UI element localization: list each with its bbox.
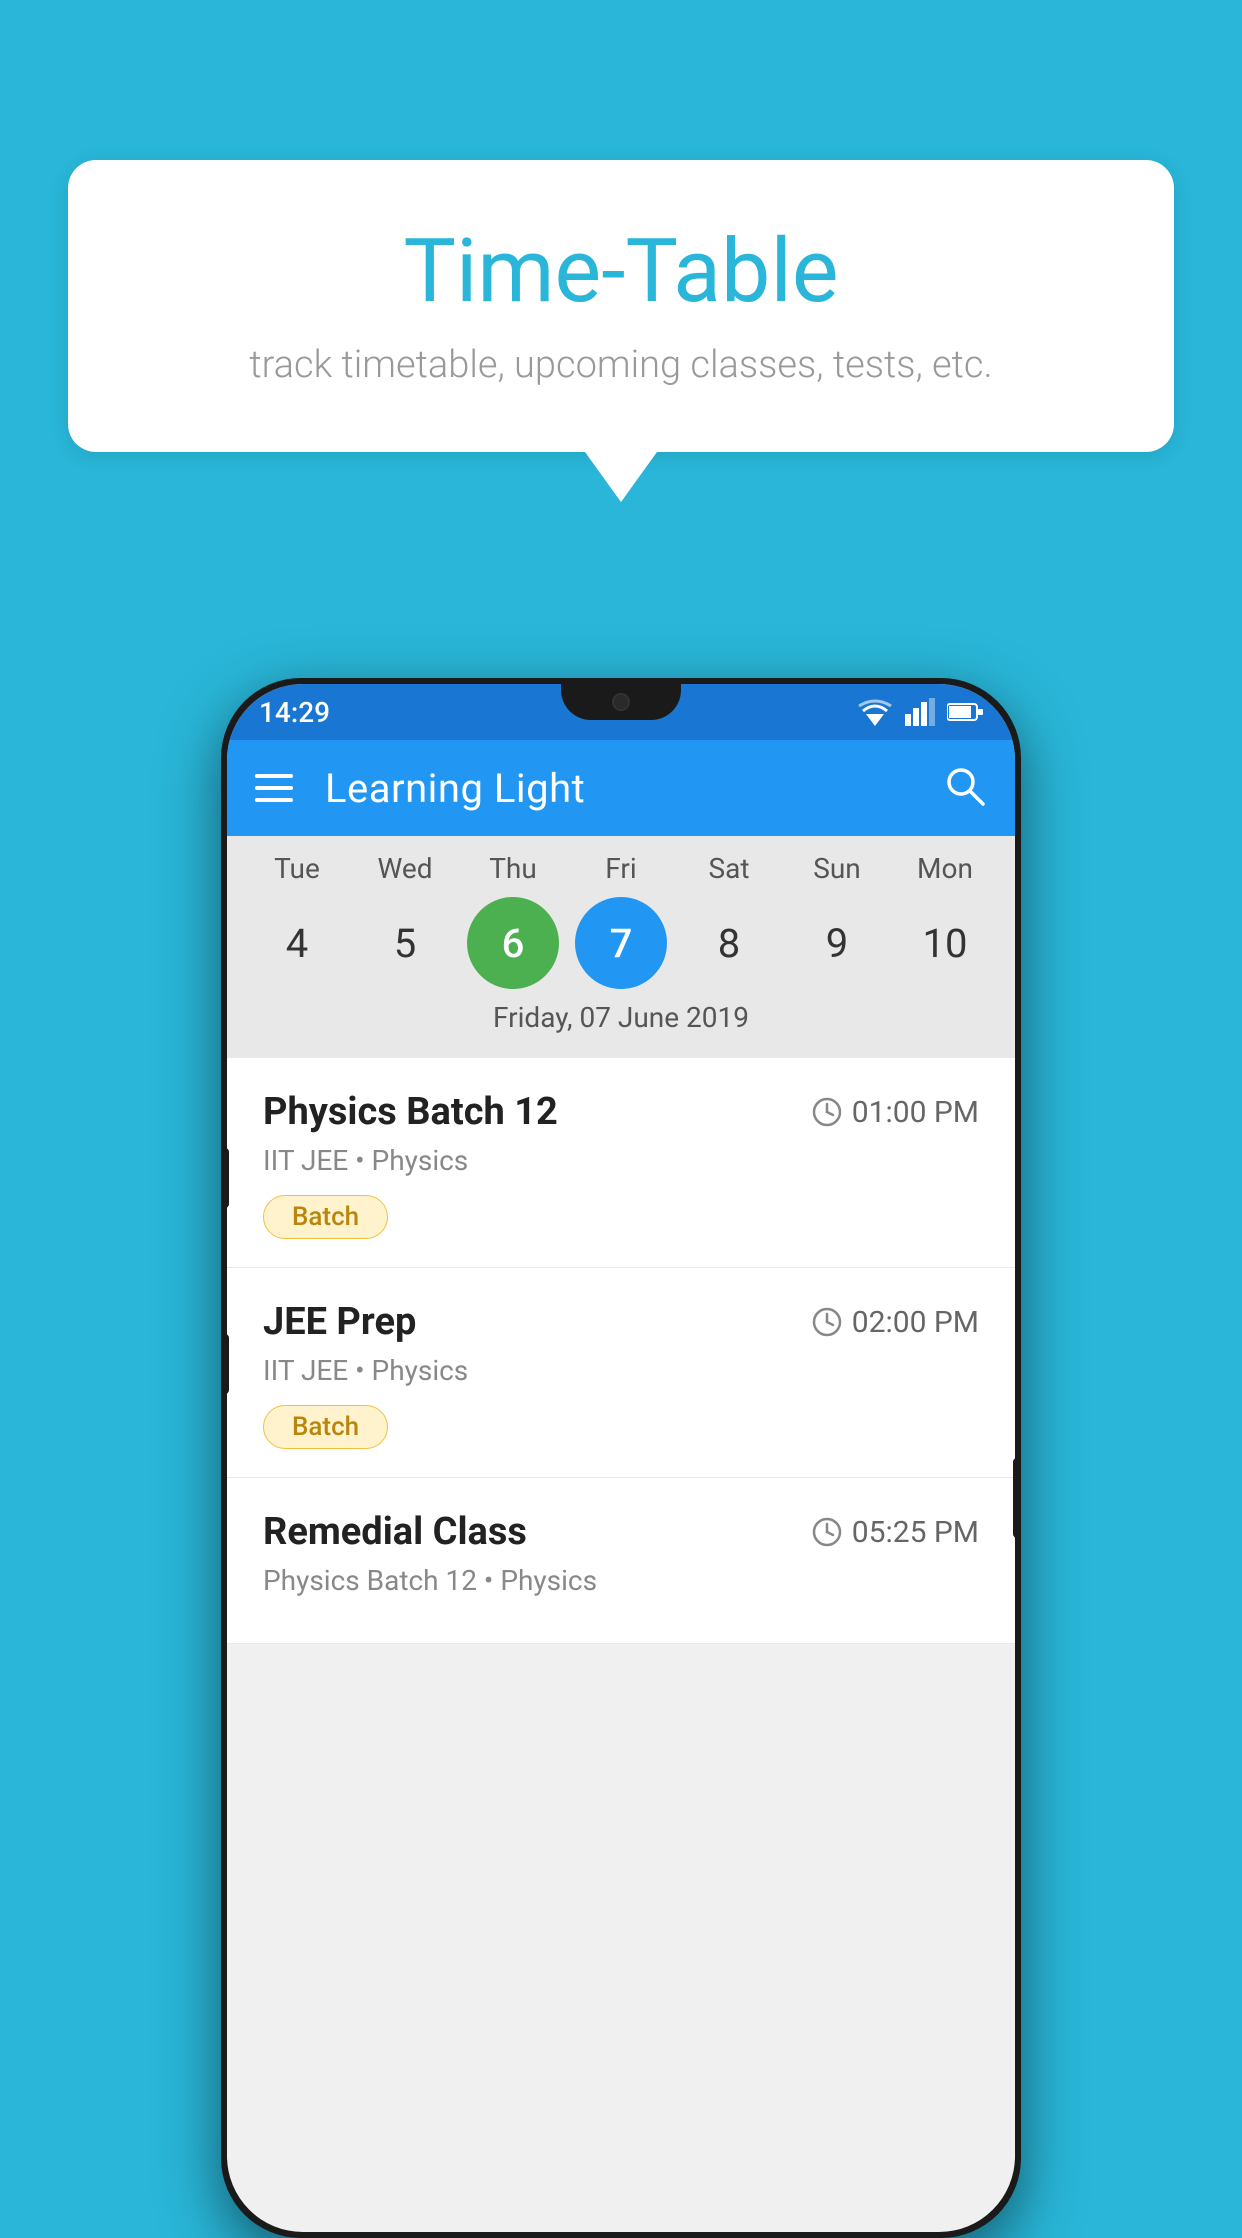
event-1-batch-badge: Batch bbox=[263, 1195, 388, 1239]
hamburger-menu-button[interactable] bbox=[255, 774, 293, 802]
app-title: Learning Light bbox=[325, 765, 911, 812]
status-time: 14:29 bbox=[259, 696, 330, 729]
day-header-thu: Thu bbox=[467, 852, 559, 885]
notch bbox=[561, 684, 681, 720]
clock-icon-3 bbox=[812, 1517, 842, 1547]
camera bbox=[612, 693, 630, 711]
battery-icon bbox=[947, 702, 983, 722]
day-header-tue: Tue bbox=[251, 852, 343, 885]
day-4[interactable]: 4 bbox=[251, 897, 343, 989]
hamburger-line-3 bbox=[255, 798, 293, 802]
day-5[interactable]: 5 bbox=[359, 897, 451, 989]
event-2-subtitle: IIT JEE • Physics bbox=[263, 1354, 979, 1387]
calendar-section: Tue Wed Thu Fri Sat Sun Mon 4 5 6 7 8 9 … bbox=[227, 836, 1015, 1058]
day-header-sat: Sat bbox=[683, 852, 775, 885]
day-header-fri: Fri bbox=[575, 852, 667, 885]
day-header-wed: Wed bbox=[359, 852, 451, 885]
speech-bubble-section: Time-Table track timetable, upcoming cla… bbox=[68, 160, 1174, 502]
event-item-2[interactable]: JEE Prep 02:00 PM IIT JEE • Physics Batc… bbox=[227, 1268, 1015, 1478]
status-icons bbox=[857, 698, 983, 726]
wifi-icon bbox=[857, 698, 893, 726]
speech-bubble-arrow bbox=[585, 452, 657, 502]
event-2-title: JEE Prep bbox=[263, 1300, 416, 1344]
selected-date-label: Friday, 07 June 2019 bbox=[227, 997, 1015, 1050]
status-bar: 14:29 bbox=[227, 684, 1015, 740]
events-list: Physics Batch 12 01:00 PM IIT JEE • Phys… bbox=[227, 1058, 1015, 1644]
phone-screen: 14:29 bbox=[227, 684, 1015, 2232]
hamburger-line-1 bbox=[255, 774, 293, 778]
app-bar: Learning Light bbox=[227, 740, 1015, 836]
phone-frame: 14:29 bbox=[221, 678, 1021, 2238]
event-1-time: 01:00 PM bbox=[812, 1095, 979, 1130]
event-1-time-text: 01:00 PM bbox=[852, 1095, 979, 1130]
clock-icon-2 bbox=[812, 1307, 842, 1337]
event-3-subtitle: Physics Batch 12 • Physics bbox=[263, 1564, 979, 1597]
hamburger-line-2 bbox=[255, 786, 293, 790]
volume-down-button[interactable] bbox=[227, 1334, 229, 1394]
event-1-subtitle: IIT JEE • Physics bbox=[263, 1144, 979, 1177]
event-3-title: Remedial Class bbox=[263, 1510, 527, 1554]
event-1-title: Physics Batch 12 bbox=[263, 1090, 558, 1134]
power-button[interactable] bbox=[1013, 1458, 1015, 1538]
day-6-today[interactable]: 6 bbox=[467, 897, 559, 989]
day-9[interactable]: 9 bbox=[791, 897, 883, 989]
event-2-time: 02:00 PM bbox=[812, 1305, 979, 1340]
event-item-1[interactable]: Physics Batch 12 01:00 PM IIT JEE • Phys… bbox=[227, 1058, 1015, 1268]
day-headers: Tue Wed Thu Fri Sat Sun Mon bbox=[227, 852, 1015, 893]
bubble-subtitle: track timetable, upcoming classes, tests… bbox=[148, 343, 1094, 387]
day-numbers: 4 5 6 7 8 9 10 bbox=[227, 893, 1015, 997]
day-10[interactable]: 10 bbox=[899, 897, 991, 989]
day-8[interactable]: 8 bbox=[683, 897, 775, 989]
event-3-time-text: 05:25 PM bbox=[852, 1515, 979, 1550]
event-item-3[interactable]: Remedial Class 05:25 PM Physics Batch 12… bbox=[227, 1478, 1015, 1644]
clock-icon-1 bbox=[812, 1097, 842, 1127]
search-button[interactable] bbox=[943, 764, 987, 812]
event-3-header: Remedial Class 05:25 PM bbox=[263, 1510, 979, 1554]
event-3-time: 05:25 PM bbox=[812, 1515, 979, 1550]
signal-icon bbox=[905, 698, 935, 726]
bubble-title: Time-Table bbox=[148, 220, 1094, 323]
event-2-header: JEE Prep 02:00 PM bbox=[263, 1300, 979, 1344]
event-1-header: Physics Batch 12 01:00 PM bbox=[263, 1090, 979, 1134]
search-icon bbox=[943, 764, 987, 808]
event-2-time-text: 02:00 PM bbox=[852, 1305, 979, 1340]
day-7-selected[interactable]: 7 bbox=[575, 897, 667, 989]
day-header-sun: Sun bbox=[791, 852, 883, 885]
volume-up-button[interactable] bbox=[227, 1148, 229, 1208]
event-2-batch-badge: Batch bbox=[263, 1405, 388, 1449]
day-header-mon: Mon bbox=[899, 852, 991, 885]
speech-bubble: Time-Table track timetable, upcoming cla… bbox=[68, 160, 1174, 452]
